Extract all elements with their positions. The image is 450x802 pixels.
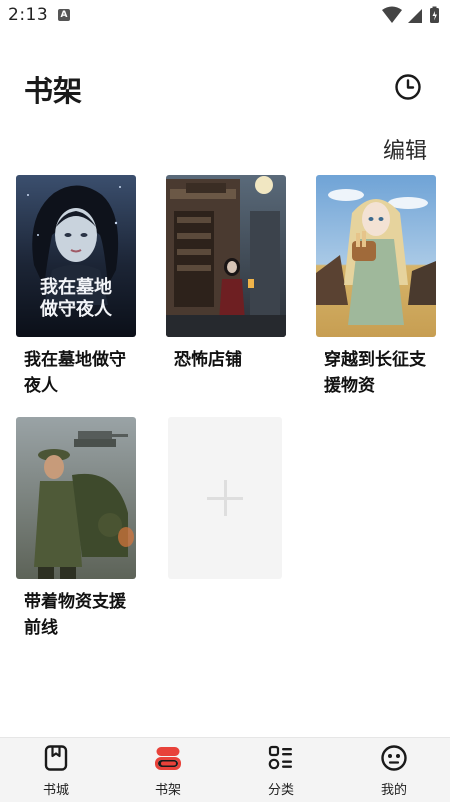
profile-icon xyxy=(381,745,407,771)
book-cover[interactable]: 我在墓地 做守夜人 xyxy=(16,175,136,337)
nav-item-category[interactable]: 分类 xyxy=(241,738,321,802)
status-time: 2:13 xyxy=(8,5,49,25)
nav-item-bookshelf[interactable]: 书架 xyxy=(128,738,208,802)
book-cover-image xyxy=(16,417,136,579)
nav-label: 书城 xyxy=(42,783,69,798)
nav-item-bookstore[interactable]: 书城 xyxy=(16,738,96,802)
wifi-icon xyxy=(382,6,402,23)
cover-title-line1: 我在墓地 xyxy=(40,276,112,298)
nav-label: 书架 xyxy=(154,783,181,798)
category-icon xyxy=(268,745,292,770)
cover-title-line2: 做守夜人 xyxy=(39,298,113,320)
book-card[interactable]: 恐怖店铺 xyxy=(166,175,286,373)
notification-a-icon: A xyxy=(58,9,70,21)
bookshelf-icon xyxy=(155,747,181,770)
nav-item-profile[interactable]: 我的 xyxy=(354,738,434,802)
book-cover[interactable] xyxy=(316,175,436,337)
nav-label: 分类 xyxy=(267,783,294,798)
add-book-button[interactable] xyxy=(168,417,282,579)
edit-button[interactable]: 编辑 xyxy=(383,133,427,165)
nav-label: 我的 xyxy=(380,783,407,798)
battery-icon xyxy=(430,6,439,23)
book-cover[interactable] xyxy=(166,175,286,337)
history-icon[interactable] xyxy=(393,72,423,102)
book-cover-image xyxy=(316,175,436,337)
book-cover[interactable] xyxy=(16,417,136,579)
book-cover-image xyxy=(166,175,286,337)
status-bar: 2:13 A xyxy=(0,0,450,32)
book-card[interactable]: 穿越到长征支援物资 xyxy=(316,175,436,399)
book-title[interactable]: 我在墓地做守夜人 xyxy=(16,347,128,399)
page-title: 书架 xyxy=(24,74,83,108)
bookstore-icon xyxy=(44,745,68,771)
book-cover-image: 我在墓地 做守夜人 xyxy=(16,175,136,337)
book-title[interactable]: 穿越到长征支援物资 xyxy=(316,347,428,399)
book-card[interactable]: 我在墓地 做守夜人 我在墓地做守夜人 xyxy=(16,175,136,399)
status-icons xyxy=(382,6,439,23)
signal-icon xyxy=(408,9,422,23)
bottom-nav: 书城 书架 分类 我的 xyxy=(0,737,450,802)
book-title[interactable]: 带着物资支援前线 xyxy=(16,589,128,641)
book-title[interactable]: 恐怖店铺 xyxy=(166,347,278,373)
book-card[interactable]: 带着物资支援前线 xyxy=(16,417,136,641)
